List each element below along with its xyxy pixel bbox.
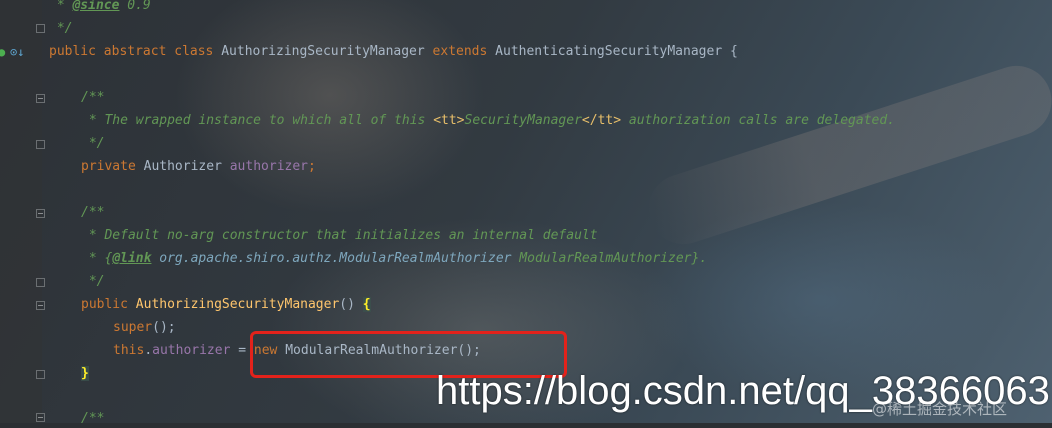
site-watermark: @稀土掘金技术社区 [872, 400, 1008, 418]
fold-toggle-icon[interactable] [36, 301, 45, 310]
class-declaration-line: public abstract class AuthorizingSecurit… [49, 44, 738, 59]
editor-gutter: ● ⊙↓ [0, 0, 45, 423]
fold-end-icon[interactable] [36, 140, 45, 149]
code-line: */ [81, 274, 105, 289]
fold-end-icon[interactable] [36, 370, 45, 379]
fold-end-icon[interactable] [36, 24, 45, 33]
code-line: */ [49, 21, 73, 36]
field-declaration-line: private Authorizer authorizer; [81, 159, 316, 174]
fold-end-icon[interactable] [36, 278, 45, 287]
code-line: /** [81, 411, 105, 426]
code-line: * Default no-arg constructor that initia… [81, 228, 598, 243]
code-line: * {@link org.apache.shiro.authz.ModularR… [81, 251, 708, 266]
override-marker-icon[interactable]: ● [0, 45, 5, 59]
code-line: */ [81, 136, 105, 151]
closing-brace-line: } [81, 366, 89, 381]
super-call-line: super(); [113, 320, 176, 335]
implemented-marker-icon[interactable]: ⊙↓ [10, 45, 24, 59]
code-line: * The wrapped instance to which all of t… [81, 113, 895, 128]
constructor-declaration-line: public AuthorizingSecurityManager() { [81, 297, 371, 312]
fold-toggle-icon[interactable] [36, 413, 45, 422]
fold-toggle-icon[interactable] [36, 209, 45, 218]
code-line: /** [81, 205, 105, 220]
code-line: /** [81, 90, 105, 105]
code-line: * @since 0.9 [49, 0, 151, 13]
fold-toggle-icon[interactable] [36, 94, 45, 103]
